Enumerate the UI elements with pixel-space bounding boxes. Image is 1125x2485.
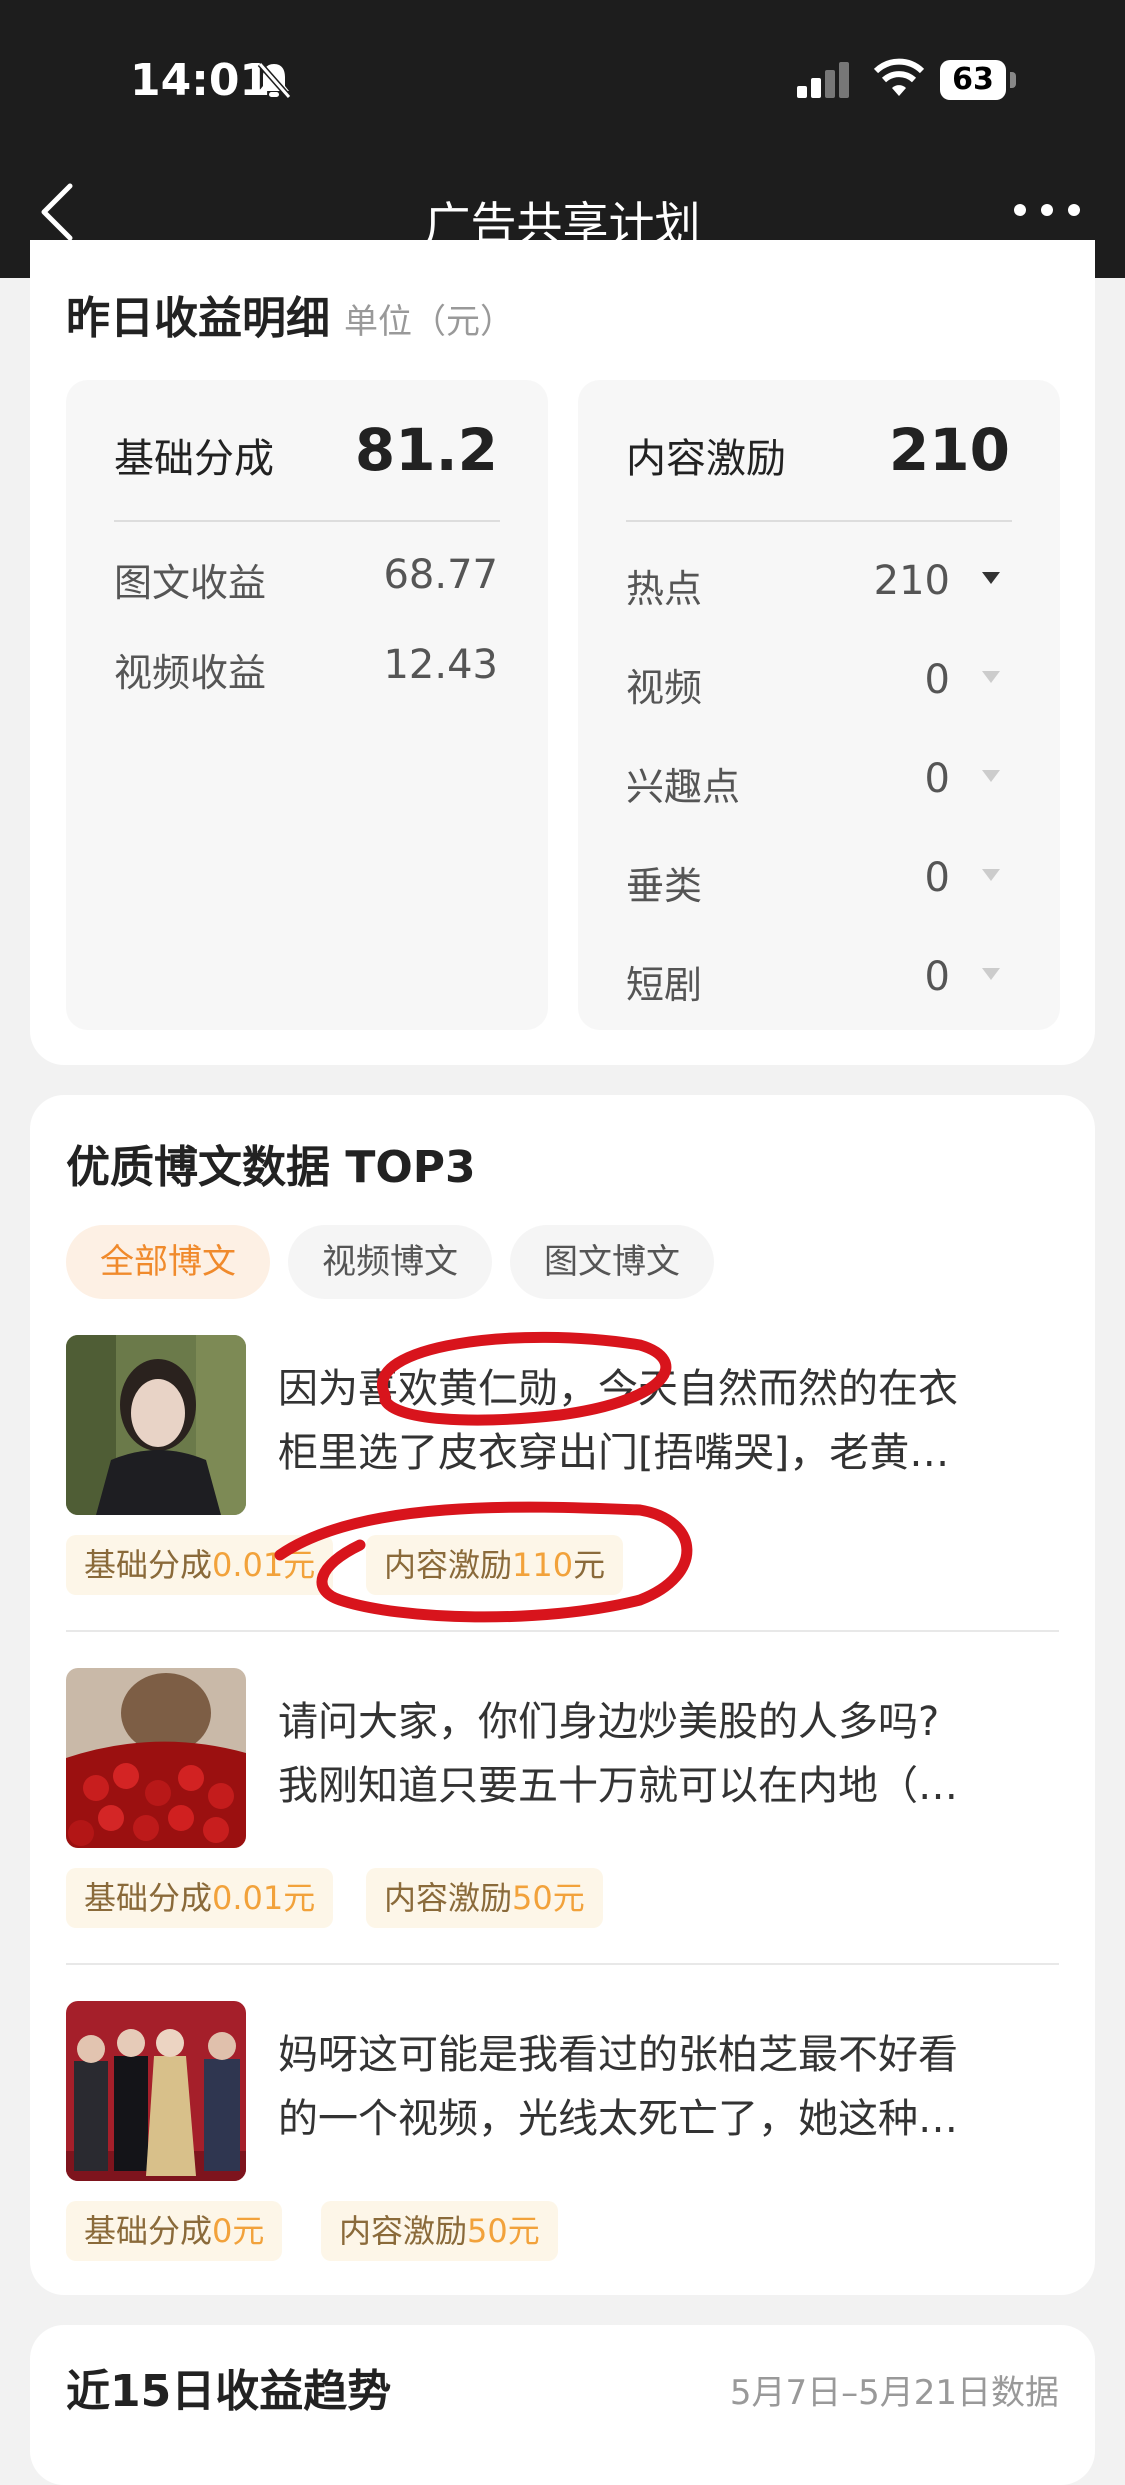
content-incentive-value: 210	[888, 416, 1010, 484]
tag-label: 内容激励	[384, 1546, 513, 1584]
basic-share-label: 基础分成	[114, 436, 274, 482]
tag-currency: 元	[573, 1546, 606, 1584]
basic-row-label: 视频收益	[114, 651, 267, 695]
content-incentive-tag: 内容激励50元	[366, 1868, 603, 1928]
earnings-unit: 单位（元）	[344, 302, 514, 342]
top-posts-card: 优质博文数据 TOP3 全部博文 视频博文 图文博文 因为喜欢黄仁勋，今天自然而…	[30, 1095, 1095, 2295]
incentive-row-label: 垂类	[626, 864, 703, 908]
incentive-row-label: 短剧	[626, 963, 703, 1007]
tab-video-posts[interactable]: 视频博文	[288, 1225, 492, 1299]
top-posts-title: 优质博文数据 TOP3	[66, 1142, 476, 1193]
battery-level: 63	[952, 62, 994, 97]
divider	[114, 520, 500, 522]
divider	[66, 1963, 1059, 1965]
caret-down-icon[interactable]	[982, 770, 1000, 782]
divider	[626, 520, 1012, 522]
trend-date-range[interactable]: 5月7日–5月21日数据	[730, 2365, 1059, 2414]
trend-title: 近15日收益趋势	[66, 2366, 392, 2417]
content-incentive-label: 内容激励	[626, 436, 786, 482]
incentive-row-label: 兴趣点	[626, 765, 741, 809]
incentive-row-label: 视频	[626, 666, 703, 710]
incentive-row-label: 热点	[626, 567, 703, 611]
caret-down-icon[interactable]	[982, 869, 1000, 881]
incentive-row-value: 0	[924, 756, 950, 802]
post-text-line: 我刚知道只要五十万就可以在内地（…	[278, 1763, 958, 1809]
post-thumbnail[interactable]	[66, 2001, 246, 2181]
incentive-row-value: 0	[924, 855, 950, 901]
basic-share-tag: 基础分成0.01元	[66, 1868, 334, 1928]
post-thumbnail[interactable]	[66, 1335, 246, 1515]
post-text-line: 柜里选了皮衣穿出门[捂嘴哭]，老黄…	[278, 1430, 950, 1476]
incentive-row-value: 0	[924, 657, 950, 703]
basic-share-tag: 基础分成0元	[66, 2201, 283, 2261]
earnings-title-text: 昨日收益明细	[66, 293, 330, 344]
basic-share-panel: 基础分成 81.2 图文收益 68.77 视频收益 12.43	[66, 380, 548, 1030]
earnings-title: 昨日收益明细 单位（元）	[66, 282, 514, 346]
post-thumbnail[interactable]	[66, 1668, 246, 1848]
tab-all-posts[interactable]: 全部博文	[66, 1225, 270, 1299]
tab-image-text-posts[interactable]: 图文博文	[510, 1225, 714, 1299]
post-text-line: 请问大家，你们身边炒美股的人多吗?	[278, 1699, 940, 1745]
incentive-row-value: 0	[924, 954, 950, 1000]
tag-label: 基础分成	[84, 1546, 213, 1584]
post-text-line: 的一个视频，光线太死亡了，她这种…	[278, 2096, 958, 2142]
post-item[interactable]: 妈呀这可能是我看过的张柏芝最不好看 的一个视频，光线太死亡了，她这种… 基础分成…	[66, 2001, 1059, 2271]
tag-value: 0.01	[212, 1546, 284, 1584]
tag-value: 110	[512, 1546, 574, 1584]
tag-value: 0.01	[212, 1879, 284, 1917]
caret-down-icon[interactable]	[982, 572, 1000, 584]
post-item[interactable]: 请问大家，你们身边炒美股的人多吗? 我刚知道只要五十万就可以在内地（… 基础分成…	[66, 1668, 1059, 1938]
tag-value: 0	[212, 2212, 233, 2250]
post-item[interactable]: 因为喜欢黄仁勋，今天自然而然的在衣 柜里选了皮衣穿出门[捂嘴哭]，老黄… 基础分…	[66, 1335, 1059, 1605]
status-bar: 14:01 63	[0, 0, 1125, 160]
post-text-line: 因为喜欢黄仁勋，今天自然而然的在衣	[278, 1366, 958, 1412]
status-time: 14:01	[130, 55, 271, 106]
earnings-trend-card: 近15日收益趋势 5月7日–5月21日数据	[30, 2325, 1095, 2485]
divider	[66, 1630, 1059, 1632]
basic-row-label: 图文收益	[114, 561, 267, 605]
tag-currency: 元	[283, 1546, 316, 1584]
tag-currency: 元	[283, 1879, 316, 1917]
tag-label: 基础分成	[84, 1879, 213, 1917]
basic-share-tag: 基础分成0.01元	[66, 1535, 334, 1595]
signal-icon	[795, 62, 855, 102]
caret-down-icon[interactable]	[982, 968, 1000, 980]
basic-row-value: 68.77	[383, 552, 498, 598]
content-incentive-tag: 内容激励50元	[321, 2201, 558, 2261]
tag-label: 基础分成	[84, 2212, 213, 2250]
basic-row-value: 12.43	[383, 642, 498, 688]
tag-currency: 元	[232, 2212, 265, 2250]
post-text[interactable]: 因为喜欢黄仁勋，今天自然而然的在衣 柜里选了皮衣穿出门[捂嘴哭]，老黄…	[278, 1357, 1058, 1485]
battery-icon: 63	[940, 60, 1018, 100]
bell-muted-icon	[255, 60, 293, 104]
incentive-row-value: 210	[873, 558, 950, 604]
content-incentive-tag: 内容激励110元	[366, 1535, 624, 1595]
post-text[interactable]: 妈呀这可能是我看过的张柏芝最不好看 的一个视频，光线太死亡了，她这种…	[278, 2023, 1058, 2151]
tag-label: 内容激励	[339, 2212, 468, 2250]
content-incentive-panel: 内容激励 210 热点 210 视频 0 兴趣点 0 垂类 0 短剧 0	[578, 380, 1060, 1030]
tag-value: 50	[512, 1879, 553, 1917]
caret-down-icon[interactable]	[982, 671, 1000, 683]
tag-currency: 元	[552, 1879, 585, 1917]
wifi-icon	[872, 58, 926, 104]
tag-value: 50	[467, 2212, 508, 2250]
tag-label: 内容激励	[384, 1879, 513, 1917]
earnings-card: 昨日收益明细 单位（元） 基础分成 81.2 图文收益 68.77 视频收益 12…	[30, 240, 1095, 1065]
basic-share-value: 81.2	[354, 416, 498, 484]
post-text-line: 妈呀这可能是我看过的张柏芝最不好看	[278, 2032, 958, 2078]
tag-currency: 元	[507, 2212, 540, 2250]
more-icon[interactable]	[1012, 200, 1082, 224]
post-text[interactable]: 请问大家，你们身边炒美股的人多吗? 我刚知道只要五十万就可以在内地（…	[278, 1690, 1058, 1818]
